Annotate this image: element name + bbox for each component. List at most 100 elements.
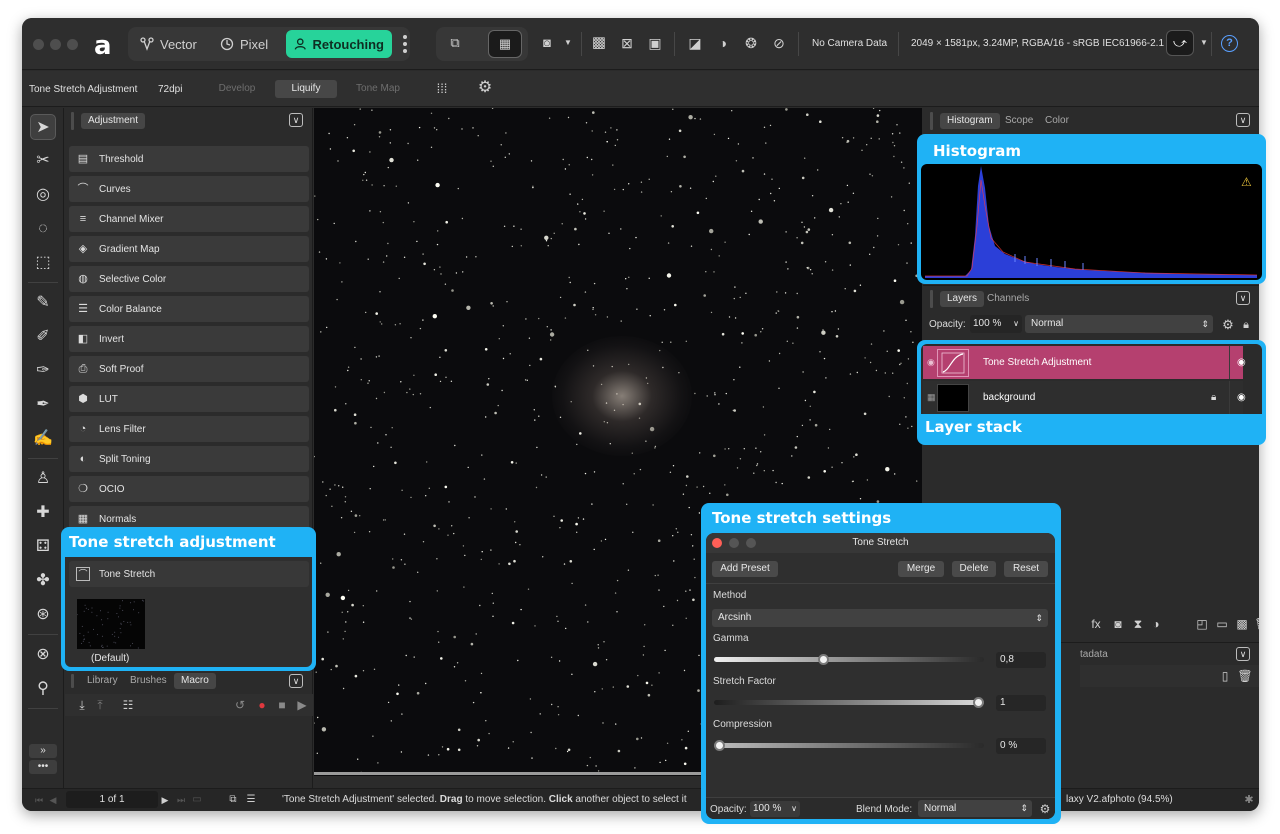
adjustment-item-gradient-map[interactable]: ◈ Gradient Map: [69, 236, 309, 262]
persona-pixel-button[interactable]: Pixel: [212, 30, 278, 58]
blemish-tool-icon[interactable]: ✤: [30, 568, 56, 594]
metadata-menu-chevron-icon[interactable]: ∨: [1236, 647, 1250, 661]
delete-button[interactable]: Delete: [952, 561, 996, 577]
layer-row-background[interactable]: ▦ background 🔒︎ ◉: [923, 381, 1246, 414]
adjustment-item-ocio[interactable]: ❍ OCIO: [69, 476, 309, 502]
compression-slider-knob[interactable]: [714, 740, 725, 751]
freehand-selection-icon[interactable]: ◌: [30, 216, 56, 242]
reset-button[interactable]: Reset: [1004, 561, 1048, 577]
layer-lock-icon[interactable]: 🔒︎: [1211, 392, 1216, 403]
help-icon[interactable]: ?: [1221, 35, 1238, 52]
histogram-menu-chevron-icon[interactable]: ∨: [1236, 113, 1250, 127]
copy-icon[interactable]: ⧉: [224, 791, 242, 809]
tab-channels[interactable]: Channels: [987, 291, 1029, 307]
liquify-tool-icon[interactable]: ⊗: [30, 642, 56, 668]
adjustment-item-curves[interactable]: ⌒ Curves: [69, 176, 309, 202]
adjustment-item-threshold[interactable]: ▤ Threshold: [69, 146, 309, 172]
eyedropper-toggle-icon[interactable]: ⊘: [770, 34, 788, 52]
gear-icon[interactable]: ⚙: [476, 79, 494, 97]
hourglass-icon[interactable]: ⧗: [1129, 615, 1147, 633]
deselect-icon[interactable]: ⊠: [618, 34, 636, 52]
quick-mask-icon[interactable]: ◙: [538, 34, 556, 52]
add-to-library-icon[interactable]: ☷: [119, 696, 137, 714]
new-document-icon[interactable]: ▯: [1216, 667, 1234, 685]
snapping-icon[interactable]: ⧉: [446, 34, 464, 52]
tab-adjustment[interactable]: Adjustment: [81, 113, 146, 129]
record-icon[interactable]: ●: [253, 696, 271, 714]
grid-view-icon[interactable]: ▦: [488, 30, 522, 58]
star-icon[interactable]: ✱: [1240, 791, 1258, 809]
color-balance-tool-icon[interactable]: ❂: [742, 34, 760, 52]
panel-grip[interactable]: [71, 112, 74, 130]
trash-icon[interactable]: 🗑︎: [1253, 615, 1259, 633]
layer-blend-mode-select[interactable]: Normal ⇕: [1025, 315, 1213, 333]
layers-menu-chevron-icon[interactable]: ∨: [1236, 291, 1250, 305]
eye-icon[interactable]: ◉: [1237, 392, 1246, 403]
stretch-factor-slider-knob[interactable]: [973, 697, 984, 708]
tone-map-button[interactable]: Tone Map: [350, 80, 406, 98]
folder-icon[interactable]: ▭: [1213, 615, 1231, 633]
persona-retouching-button[interactable]: Retouching: [286, 30, 392, 58]
panel-grip[interactable]: [71, 674, 74, 688]
crop-tool-icon[interactable]: ✂: [30, 148, 56, 174]
contrast-icon[interactable]: ◑: [714, 34, 732, 52]
develop-button[interactable]: Develop: [212, 80, 262, 98]
levels-icon[interactable]: ◪: [686, 34, 704, 52]
adjustment-item-lut[interactable]: ⬢ LUT: [69, 386, 309, 412]
tab-scope[interactable]: Scope: [1005, 113, 1033, 129]
list-icon[interactable]: ☰: [242, 791, 260, 809]
preset-tone-stretch[interactable]: ⌒ Tone Stretch: [69, 561, 309, 587]
preset-thumbnail[interactable]: [76, 599, 145, 649]
panel-grip[interactable]: [930, 290, 933, 308]
healing-brush-icon[interactable]: ✚: [30, 500, 56, 526]
fx-icon[interactable]: fx: [1087, 615, 1105, 633]
red-eye-tool-icon[interactable]: ⊛: [30, 602, 56, 628]
select-all-icon[interactable]: ▣: [646, 34, 664, 52]
dotted-grid-icon[interactable]: ⁞⁞⁞: [433, 80, 451, 98]
horizontal-scrollbar[interactable]: [314, 772, 714, 775]
paint-brush-icon[interactable]: ✎: [30, 290, 56, 316]
adjustment-item-lens-filter[interactable]: ◔ Lens Filter: [69, 416, 309, 442]
adjustment-item-split-toning[interactable]: ◐ Split Toning: [69, 446, 309, 472]
gamma-slider-knob[interactable]: [817, 654, 829, 665]
tab-macro[interactable]: Macro: [174, 673, 216, 689]
layer-row-tone-stretch[interactable]: ◉ Tone Stretch Adjustment ◉: [923, 346, 1246, 379]
color-picker-icon[interactable]: ⚲: [30, 676, 56, 702]
dialog-gear-icon[interactable]: ⚙: [1036, 800, 1054, 818]
stretch-factor-slider[interactable]: [714, 697, 984, 708]
metadata-trash-icon[interactable]: 🗑︎: [1236, 667, 1254, 685]
gamma-slider[interactable]: [714, 654, 984, 665]
smudge-tool-icon[interactable]: ✒: [30, 392, 56, 418]
pages-icon[interactable]: ▭: [188, 791, 206, 809]
tab-library[interactable]: Library: [87, 673, 118, 689]
prev-page-icon[interactable]: ◀: [44, 791, 62, 809]
selection-brush-icon[interactable]: ◎: [30, 182, 56, 208]
assistant-icon[interactable]: ⤻: [1166, 30, 1194, 56]
panel-grip[interactable]: [930, 112, 933, 130]
layer-opacity-field[interactable]: 100 % ∨: [970, 315, 1022, 333]
stop-icon[interactable]: ■: [273, 696, 291, 714]
chevron-down-icon[interactable]: ▼: [559, 34, 577, 52]
play-icon[interactable]: ▶: [293, 696, 311, 714]
refine-selection-icon[interactable]: ▩: [590, 34, 608, 52]
adjustment-item-color-balance[interactable]: ☰ Color Balance: [69, 296, 309, 322]
adjustment-item-invert[interactable]: ◧ Invert: [69, 326, 309, 352]
marquee-tool-icon[interactable]: ⬚: [30, 250, 56, 276]
undo-macro-icon[interactable]: ↺: [231, 696, 249, 714]
visibility-dot-icon[interactable]: ◉: [927, 357, 935, 368]
more-options-icon[interactable]: [403, 35, 407, 53]
panel-menu-chevron-icon[interactable]: ∨: [289, 113, 303, 127]
library-menu-chevron-icon[interactable]: ∨: [289, 674, 303, 688]
more-tools-icon[interactable]: •••: [29, 760, 57, 774]
move-tool-icon[interactable]: ➤: [30, 114, 56, 140]
tab-histogram[interactable]: Histogram: [940, 113, 1000, 129]
close-window-button[interactable]: [33, 39, 44, 50]
affinity-logo-icon[interactable]: a: [94, 31, 112, 61]
adjustment-item-selective-color[interactable]: ◍ Selective Color: [69, 266, 309, 292]
add-preset-button[interactable]: Add Preset: [712, 561, 778, 577]
method-select[interactable]: Arcsinh ⇕: [712, 609, 1048, 627]
minimize-window-button[interactable]: [50, 39, 61, 50]
compression-slider[interactable]: [714, 740, 984, 751]
tab-metadata-partial[interactable]: tadata: [1080, 649, 1108, 660]
liquify-button[interactable]: Liquify: [275, 80, 337, 98]
